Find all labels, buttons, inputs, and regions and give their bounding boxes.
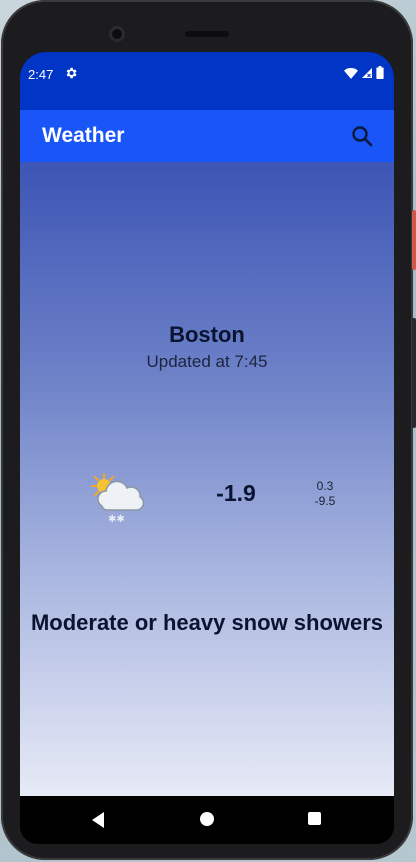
back-icon[interactable]	[90, 811, 106, 829]
weather-description: Moderate or heavy snow showers	[30, 610, 384, 635]
svg-text:✱✱: ✱✱	[108, 514, 125, 524]
battery-icon	[376, 66, 384, 79]
power-button[interactable]	[412, 210, 416, 270]
cell-signal-icon	[362, 67, 372, 78]
status-time: 2:47	[28, 67, 54, 82]
wifi-icon	[344, 67, 358, 79]
app-bar: Weather	[20, 110, 394, 162]
city-name: Boston	[169, 322, 245, 347]
phone-screen: 2:47 Weather Boston Updated at 7:45 ✱✱ -…	[20, 52, 394, 844]
status-bar: 2:47	[20, 52, 394, 110]
home-icon[interactable]	[200, 812, 214, 826]
search-icon[interactable]	[350, 124, 374, 148]
volume-button[interactable]	[412, 318, 416, 428]
recent-apps-icon[interactable]	[308, 812, 321, 825]
app-title: Weather	[42, 124, 125, 147]
current-temperature: -1.9	[216, 480, 256, 506]
front-camera	[109, 26, 125, 42]
partly-cloudy-snow-icon: ✱✱	[91, 473, 145, 524]
navigation-bar	[20, 796, 394, 844]
gear-icon	[66, 67, 77, 79]
updated-time: Updated at 7:45	[146, 352, 268, 371]
weather-content: Boston Updated at 7:45 ✱✱ -1.9 0.3 -9.5 …	[20, 162, 394, 796]
max-temperature: 0.3	[316, 479, 334, 493]
status-icons	[344, 66, 384, 79]
earpiece-speaker	[185, 31, 229, 37]
min-temperature: -9.5	[314, 494, 336, 508]
phone-frame: 2:47 Weather Boston Updated at 7:45 ✱✱ -…	[1, 0, 416, 860]
